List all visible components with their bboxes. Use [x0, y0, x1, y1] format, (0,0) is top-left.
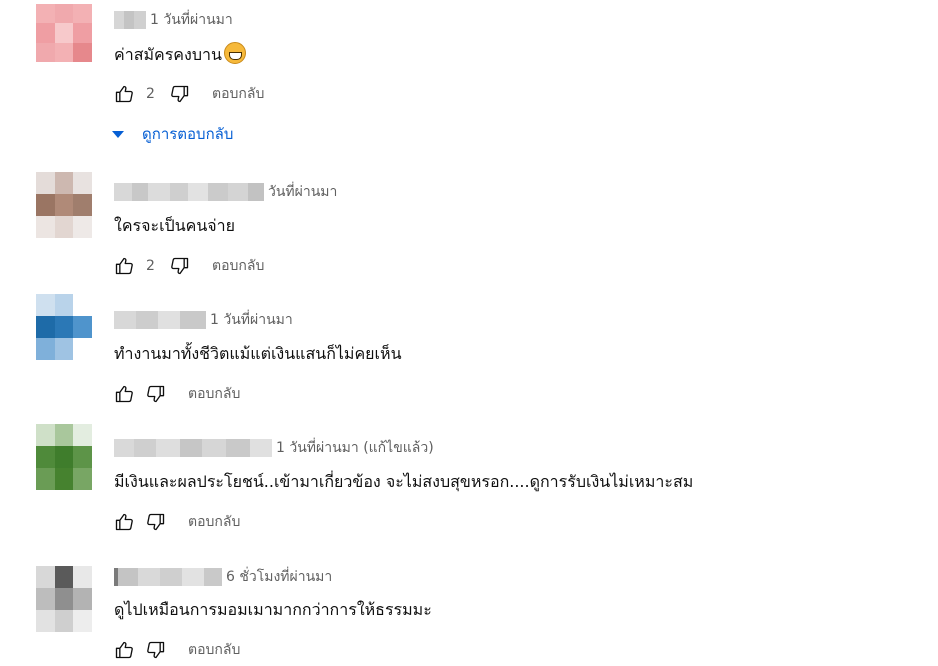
username-blurred[interactable] [114, 311, 206, 329]
reply-button[interactable]: ตอบกลับ [188, 639, 240, 661]
comment-text: ดูไปเหมือนการมอมเมามากกว่าการให้ธรรมมะ [114, 600, 432, 619]
comment-time[interactable]: 1 วันที่ผ่านมา [150, 9, 233, 31]
avatar[interactable] [36, 294, 92, 360]
like-count: 2 [146, 86, 155, 102]
thumb-down-icon[interactable] [144, 382, 168, 406]
comment-text: ใครจะเป็นคนจ่าย [114, 216, 236, 235]
comment-header: 1 วันที่ผ่านมา (แก้ไขแล้ว) [114, 438, 434, 458]
like-count: 2 [146, 258, 155, 274]
avatar[interactable] [36, 172, 92, 238]
avatar[interactable] [36, 4, 92, 62]
comment-actions: 2 ตอบกลับ [112, 82, 264, 106]
comment-header: 6 ชั่วโมงที่ผ่านมา [114, 567, 332, 587]
username-blurred[interactable] [114, 568, 222, 586]
triangle-down-icon [112, 130, 124, 138]
comment-text: ทำงานมาทั้งชีวิตแม้แต่เงินแสนก็ไม่คยเห็น [114, 344, 402, 363]
thumb-up-icon[interactable] [112, 254, 136, 278]
avatar[interactable] [36, 566, 92, 632]
thumb-down-icon[interactable] [144, 638, 168, 662]
comment-actions: ตอบกลับ [112, 638, 240, 662]
thumb-up-icon[interactable] [112, 510, 136, 534]
grinning-face-icon [223, 42, 246, 64]
comment-time[interactable]: 1 วันที่ผ่านมา (แก้ไขแล้ว) [276, 437, 434, 459]
comment-header: 1 วันที่ผ่านมา [114, 310, 293, 330]
username-blurred[interactable] [114, 11, 146, 29]
comment-actions: 2 ตอบกลับ [112, 254, 264, 278]
view-replies-label: ดูการตอบกลับ [142, 125, 234, 143]
comment-text: มีเงินและผลประโยชน์..เข้ามาเกี่ยวข้อง จะ… [114, 472, 694, 491]
comment-actions: ตอบกลับ [112, 510, 240, 534]
comment-time[interactable]: วันที่ผ่านมา [268, 181, 337, 203]
comment-header: 1 วันที่ผ่านมา [114, 10, 233, 30]
reply-button[interactable]: ตอบกลับ [188, 383, 240, 405]
comment-text: ค่าสมัครคงบาน [114, 42, 246, 68]
reply-button[interactable]: ตอบกลับ [188, 511, 240, 533]
thumb-down-icon[interactable] [168, 254, 192, 278]
username-blurred[interactable] [114, 183, 264, 201]
reply-button[interactable]: ตอบกลับ [212, 83, 264, 105]
thumb-up-icon[interactable] [112, 638, 136, 662]
thumb-down-icon[interactable] [168, 82, 192, 106]
comment-actions: ตอบกลับ [112, 382, 240, 406]
username-blurred[interactable] [114, 439, 272, 457]
comment-header: วันที่ผ่านมา [114, 182, 337, 202]
view-replies-button[interactable]: ดูการตอบกลับ [112, 122, 233, 146]
thumb-up-icon[interactable] [112, 382, 136, 406]
avatar[interactable] [36, 424, 92, 490]
reply-button[interactable]: ตอบกลับ [212, 255, 264, 277]
thumb-up-icon[interactable] [112, 82, 136, 106]
comment-time[interactable]: 6 ชั่วโมงที่ผ่านมา [226, 566, 332, 588]
thumb-down-icon[interactable] [144, 510, 168, 534]
comment-time[interactable]: 1 วันที่ผ่านมา [210, 309, 293, 331]
